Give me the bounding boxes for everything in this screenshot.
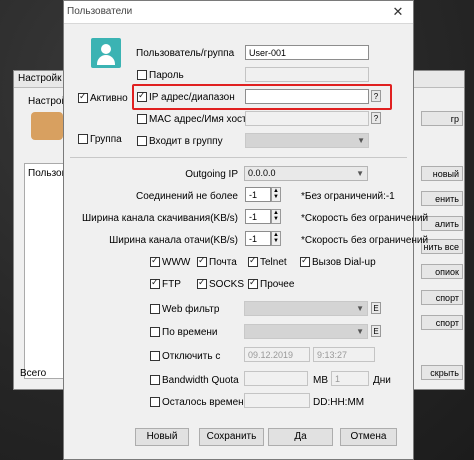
- web-filter-label: Web фильтр: [162, 304, 220, 315]
- download-label: Ширина канала скачивания(KB/s): [82, 213, 238, 224]
- quota-unit: MB: [313, 375, 328, 386]
- mac-help-button[interactable]: ?: [371, 112, 381, 124]
- new-button[interactable]: Новый: [135, 428, 189, 446]
- outgoing-ip-select[interactable]: 0.0.0.0 ▼: [244, 166, 368, 181]
- download-note: *Скорость без ограничений: [301, 213, 429, 224]
- connections-input[interactable]: -1: [245, 187, 271, 202]
- disable-checkbox[interactable]: [150, 351, 160, 361]
- dialup-label: Вызов Dial-up: [312, 257, 376, 268]
- dialog-title: Пользователи: [67, 6, 133, 17]
- socks-checkbox[interactable]: [197, 277, 207, 289]
- disable-label: Отключить с: [162, 351, 221, 362]
- join-group-checkbox[interactable]: [137, 136, 147, 146]
- join-group-select[interactable]: ▼: [245, 133, 369, 148]
- quota-label: Bandwidth Quota: [162, 375, 239, 386]
- save-button[interactable]: Сохранить: [199, 428, 264, 446]
- mac-label: MAC адрес/Имя хоста: [149, 114, 253, 125]
- web-filter-edit-button[interactable]: E: [371, 302, 381, 314]
- divider: [70, 157, 407, 158]
- ip-checkbox[interactable]: [137, 90, 147, 102]
- quota-days-input[interactable]: 1: [331, 371, 369, 386]
- active-label: Активно: [90, 93, 128, 104]
- www-checkbox[interactable]: [150, 255, 160, 267]
- remaining-label: Осталось времени: [162, 397, 250, 408]
- ip-input[interactable]: [245, 89, 369, 104]
- socks-label: SOCKS: [209, 279, 245, 290]
- active-checkbox[interactable]: [78, 91, 88, 103]
- ftp-checkbox[interactable]: [150, 277, 160, 289]
- dialup-checkbox[interactable]: [300, 255, 310, 267]
- connections-label: Соединений не более: [136, 191, 238, 202]
- mac-checkbox[interactable]: [137, 114, 147, 124]
- mail-icon: [31, 112, 63, 140]
- close-icon[interactable]: ✕: [383, 1, 413, 23]
- group-label: Группа: [90, 134, 122, 145]
- schedule-select[interactable]: ▼: [244, 324, 368, 339]
- ip-label: IP адрес/диапазон: [149, 92, 235, 103]
- www-label: WWW: [162, 257, 191, 268]
- telnet-label: Telnet: [260, 257, 287, 268]
- user-group-label: Пользователь/группа: [136, 48, 235, 59]
- ip-help-button[interactable]: ?: [371, 90, 381, 102]
- group-checkbox[interactable]: [78, 134, 88, 144]
- web-filter-select[interactable]: ▼: [244, 301, 368, 316]
- outgoing-ip-label: Outgoing IP: [185, 169, 238, 180]
- user-group-input[interactable]: User-001: [245, 45, 369, 60]
- remaining-input[interactable]: [244, 393, 310, 408]
- schedule-checkbox[interactable]: [150, 327, 160, 337]
- password-label: Пароль: [149, 70, 184, 81]
- upload-input[interactable]: -1: [245, 231, 271, 246]
- disable-time-input[interactable]: 9:13:27: [313, 347, 375, 362]
- upload-note: *Скорость без ограничений: [301, 235, 429, 246]
- quota-input[interactable]: [244, 371, 308, 386]
- back-button-search[interactable]: опиок: [421, 264, 463, 279]
- users-dialog: Пользователи ✕ Пользователь/группа User-…: [63, 0, 428, 460]
- password-checkbox[interactable]: [137, 70, 147, 80]
- quota-days-label: Дни: [373, 375, 391, 386]
- schedule-edit-button[interactable]: E: [371, 325, 381, 337]
- back-button-edit[interactable]: енить: [421, 191, 463, 206]
- password-input[interactable]: [245, 67, 369, 82]
- upload-spinner[interactable]: ▲ ▼: [271, 231, 281, 246]
- back-button-import[interactable]: спорт: [421, 290, 463, 305]
- download-spinner[interactable]: ▲ ▼: [271, 209, 281, 224]
- users-list[interactable]: Пользов: [24, 163, 67, 379]
- dialog-titlebar: Пользователи ✕: [64, 1, 413, 24]
- mail-label: Почта: [209, 257, 237, 268]
- ftp-label: FTP: [162, 279, 181, 290]
- other-label: Прочее: [260, 279, 295, 290]
- remaining-format: DD:HH:MM: [313, 397, 365, 408]
- back-button-hide[interactable]: скрыть: [421, 365, 463, 380]
- total-label: Всего: [20, 368, 47, 379]
- connections-spinner[interactable]: ▲ ▼: [271, 187, 281, 202]
- join-group-label: Входит в группу: [149, 136, 223, 147]
- mac-input[interactable]: [245, 111, 369, 126]
- other-checkbox[interactable]: [248, 277, 258, 289]
- telnet-checkbox[interactable]: [248, 255, 258, 267]
- schedule-label: По времени: [162, 327, 218, 338]
- mail-checkbox[interactable]: [197, 255, 207, 267]
- download-input[interactable]: -1: [245, 209, 271, 224]
- back-button-1[interactable]: гр: [421, 111, 463, 126]
- user-avatar-icon: [91, 38, 121, 68]
- ok-button[interactable]: Да: [268, 428, 333, 446]
- remaining-checkbox[interactable]: [150, 397, 160, 407]
- connections-note: *Без ограничений:-1: [301, 191, 395, 202]
- cancel-button[interactable]: Отмена: [340, 428, 397, 446]
- settings-subtitle: Настрой: [28, 96, 68, 107]
- quota-checkbox[interactable]: [150, 375, 160, 385]
- users-list-header: Пользов: [28, 168, 67, 179]
- back-button-new[interactable]: новый: [421, 166, 463, 181]
- disable-date-input[interactable]: 09.12.2019: [244, 347, 310, 362]
- web-filter-checkbox[interactable]: [150, 304, 160, 314]
- upload-label: Ширина канала отачи(KB/s): [109, 235, 238, 246]
- back-button-export[interactable]: спорт: [421, 315, 463, 330]
